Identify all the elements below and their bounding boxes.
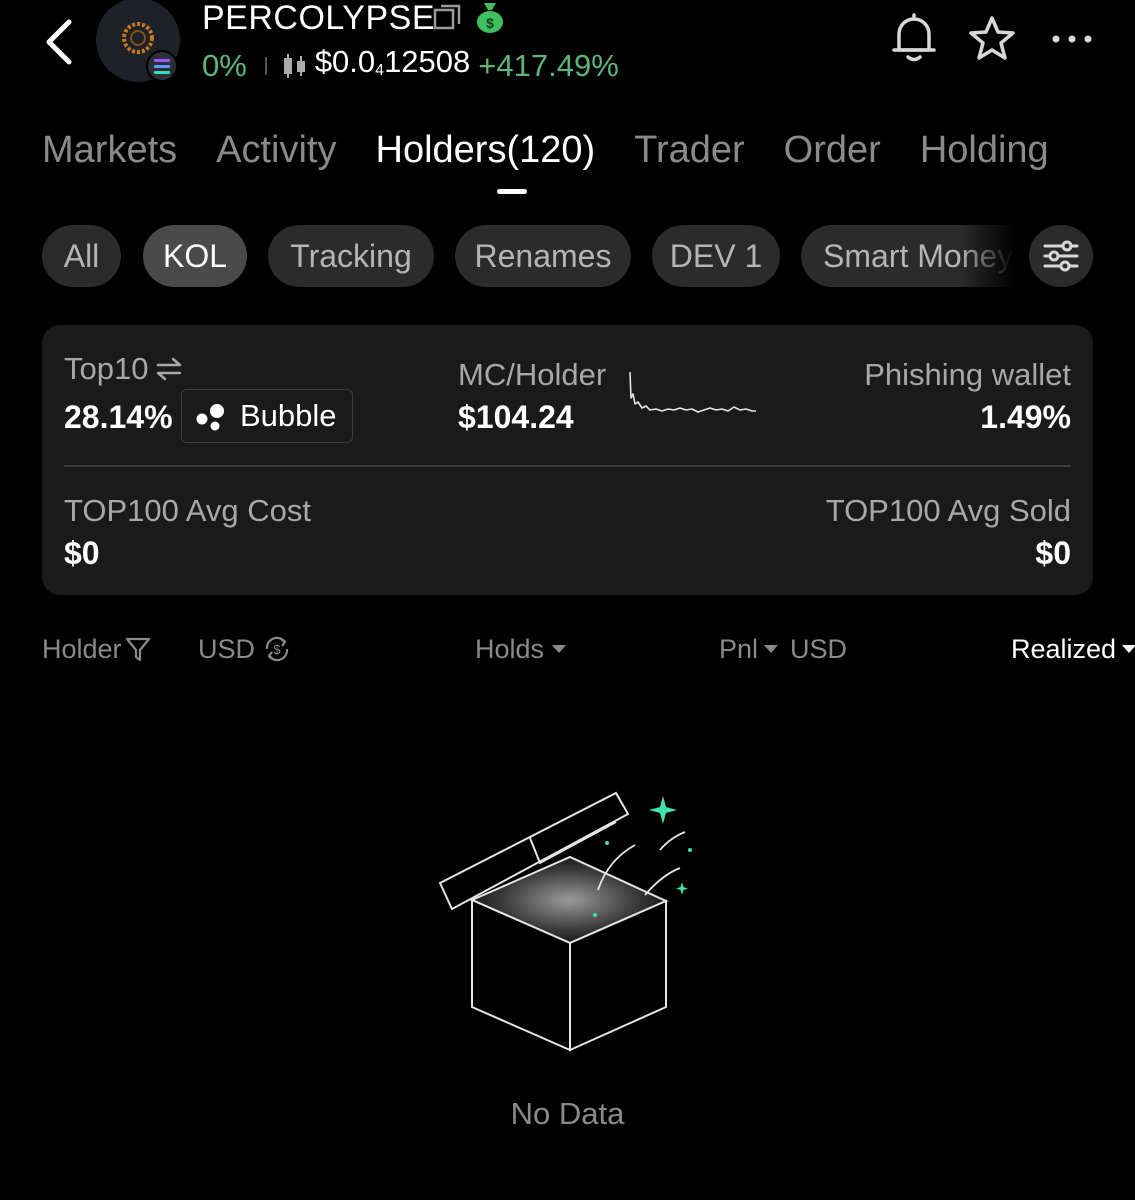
solana-badge-icon [146,50,178,82]
pnl-usd-label[interactable]: USD [790,630,847,668]
bubble-icon [196,404,224,431]
holds-header-label: Holds [475,634,545,664]
token-avatar[interactable] [95,0,181,82]
favorite-button[interactable] [968,14,1016,62]
tab-holders[interactable]: Holders(120) [376,124,596,176]
avg-sold-label: TOP100 Avg Sold [825,493,1071,528]
top10-label-row[interactable]: Top10 [64,350,184,388]
realized-dropdown[interactable]: Realized [1011,630,1135,668]
bell-icon [892,13,936,62]
no-data-text: No Data [510,1096,625,1131]
mc-holder-label: MC/Holder [458,357,607,392]
tab-trader[interactable]: Trader [634,124,745,176]
back-icon [46,19,72,65]
svg-text:$: $ [486,15,494,31]
pnl-header-label: Pnl [719,634,759,664]
chip-renames[interactable]: Renames [455,225,631,287]
swap-arrows-icon [157,357,182,381]
caret-down-icon [764,645,779,653]
filter-settings-button[interactable] [1029,225,1093,287]
chips-fade-overlay [960,225,1020,287]
copy-icon[interactable] [433,2,463,32]
currency-swap-icon: $ [265,636,289,662]
avg-sold-value: $0 [1035,535,1071,571]
holder-header-label: Holder [42,634,122,664]
token-title: PERCOLYPSE [202,0,436,37]
active-tab-indicator [497,189,527,194]
filter-funnel-icon [125,637,150,662]
chip-kol[interactable]: KOL [143,225,247,287]
card-divider [64,465,1071,467]
more-icon [1052,35,1092,43]
realized-label: Realized [1011,634,1117,664]
svg-text:$: $ [273,642,281,657]
pnl-column-header[interactable]: Pnl USD [719,630,847,668]
tab-activity[interactable]: Activity [216,124,336,176]
back-button[interactable] [38,14,88,70]
price-row: 0% $0.0412508 +417.49% [202,44,619,86]
top10-label: Top10 [64,351,149,386]
usd-toggle[interactable]: USD $ [198,630,293,668]
phishing-wallet-label: Phishing wallet [864,357,1071,392]
sliders-icon [1043,240,1079,272]
usd-header-label: USD [198,634,256,664]
tab-markets[interactable]: Markets [42,124,177,176]
avg-cost-value: $0 [64,535,100,571]
notification-button[interactable] [890,12,938,64]
money-bag-icon[interactable]: $ [474,0,506,34]
phishing-wallet-value: 1.49% [980,399,1071,435]
holders-change: 0% [202,48,247,83]
holder-column-header[interactable]: Holder [42,630,152,668]
holds-column-header[interactable]: Holds [475,630,568,668]
bubble-label: Bubble [240,398,337,433]
avg-cost-label: TOP100 Avg Cost [64,493,312,528]
main-tabs: Markets Activity Holders(120) Trader Ord… [42,124,1088,176]
more-button[interactable] [1048,22,1096,56]
star-icon [969,16,1015,60]
tab-order[interactable]: Order [784,124,881,176]
caret-down-icon [552,645,567,653]
candlestick-icon [283,54,305,78]
empty-box-illustration [438,791,692,1052]
chip-all[interactable]: All [42,225,121,287]
price-change: +417.49% [478,48,619,83]
tab-holding[interactable]: Holding [920,124,1049,176]
mc-holder-sparkline [629,371,756,413]
chip-tracking[interactable]: Tracking [268,225,434,287]
token-price: $0.0412508 [314,43,471,79]
bubble-button[interactable]: Bubble [181,389,353,443]
mc-holder-value: $104.24 [458,399,574,435]
top10-value: 28.14% [64,399,173,435]
separator [264,57,267,75]
caret-down-icon [1122,645,1135,653]
chip-dev[interactable]: DEV 1 [652,225,780,287]
